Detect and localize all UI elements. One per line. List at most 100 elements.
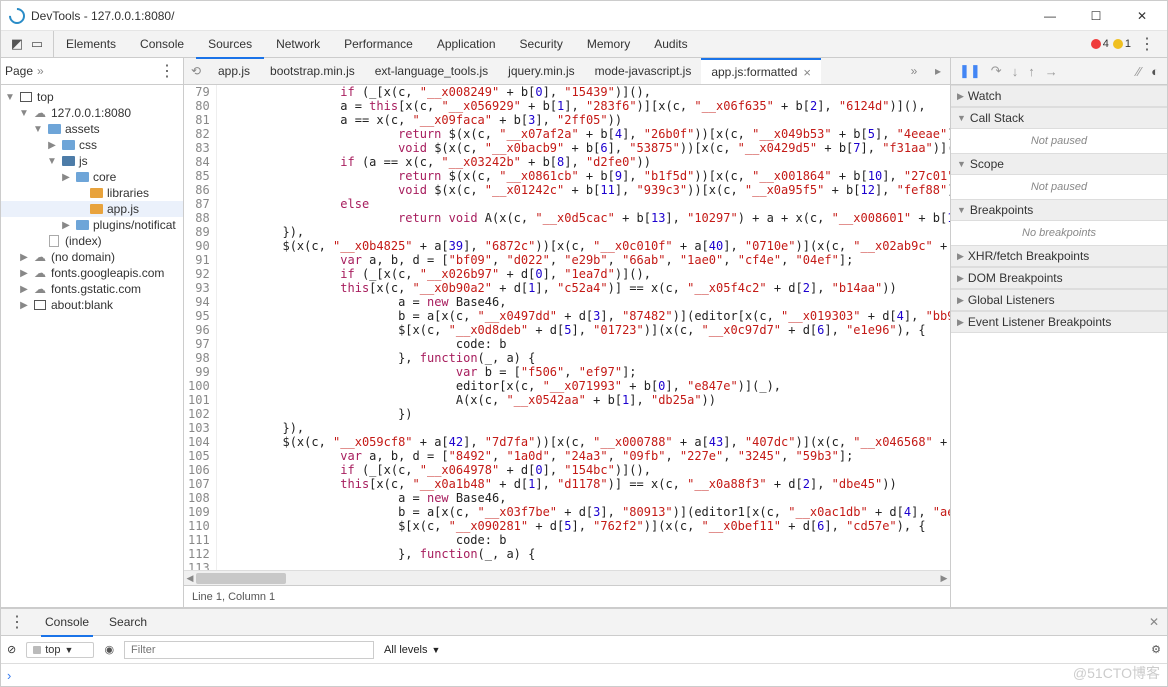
box-icon	[19, 90, 33, 104]
main-tab-memory[interactable]: Memory	[575, 31, 642, 58]
tree-item[interactable]: ▼☁127.0.0.1:8080	[1, 105, 183, 121]
more-tabs-icon[interactable]: »	[904, 61, 924, 81]
tree-label: css	[79, 138, 97, 152]
drawer-tab-search[interactable]: Search	[105, 609, 151, 636]
chevron-right-icon[interactable]: »	[37, 64, 44, 78]
maximize-button[interactable]: ☐	[1073, 1, 1119, 31]
debugger-section-body: Not paused	[951, 129, 1167, 153]
file-tab[interactable]: mode-javascript.js	[585, 58, 702, 84]
pause-on-exceptions-icon[interactable]: ◐	[1151, 64, 1159, 79]
minimize-button[interactable]: —	[1027, 1, 1073, 31]
debugger-section-header[interactable]: ▶Global Listeners	[951, 289, 1167, 311]
tree-item[interactable]: ▶about:blank	[1, 297, 183, 313]
debugger-section-header[interactable]: ▶Event Listener Breakpoints	[951, 311, 1167, 333]
console-prompt[interactable]: ›	[1, 664, 1167, 686]
debugger-section-body: No breakpoints	[951, 221, 1167, 245]
debugger-section-header[interactable]: ▼Scope	[951, 153, 1167, 175]
step-out-icon[interactable]: ↑	[1028, 64, 1035, 79]
file-tab[interactable]: jquery.min.js	[498, 58, 584, 84]
debugger-section-header[interactable]: ▼Breakpoints	[951, 199, 1167, 221]
debugger-section-body: Not paused	[951, 175, 1167, 199]
close-drawer-icon[interactable]: ✕	[1145, 615, 1163, 629]
file-tab[interactable]: bootstrap.min.js	[260, 58, 365, 84]
inspect-element-icon[interactable]: ◩	[9, 36, 25, 52]
navigator-menu-icon[interactable]: ⋮	[155, 61, 179, 81]
warning-count-badge[interactable]: 1	[1113, 38, 1131, 50]
history-nav-icon[interactable]: ⟲	[186, 61, 206, 81]
tree-item[interactable]: app.js	[1, 201, 183, 217]
debugger-section-header[interactable]: ▶XHR/fetch Breakpoints	[951, 245, 1167, 267]
step-icon[interactable]: →	[1045, 64, 1058, 79]
editor-statusbar: Line 1, Column 1	[184, 585, 950, 607]
folder-icon	[61, 138, 75, 152]
console-filter-input[interactable]	[124, 641, 374, 659]
main-tab-audits[interactable]: Audits	[642, 31, 699, 58]
folder-orange-icon	[89, 186, 103, 200]
close-tab-icon[interactable]: ×	[803, 65, 811, 80]
tree-label: plugins/notificat	[93, 218, 176, 232]
file-tabs: ⟲ app.jsbootstrap.min.jsext-language_too…	[184, 58, 950, 85]
tree-label: (no domain)	[51, 250, 115, 264]
drawer-menu-icon[interactable]: ⋮	[5, 612, 29, 632]
tree-item[interactable]: ▼top	[1, 89, 183, 105]
tree-item[interactable]: ▶core	[1, 169, 183, 185]
code-content[interactable]: if (_[x(c, "__x008249" + b[0], "15439")]…	[217, 85, 950, 570]
tree-label: app.js	[107, 202, 139, 216]
deactivate-breakpoints-icon[interactable]: ⁄⁄	[1137, 64, 1141, 79]
page-tab[interactable]: Page	[5, 64, 33, 78]
tree-item[interactable]: ▼assets	[1, 121, 183, 137]
run-snippet-icon[interactable]: ▸	[928, 61, 948, 81]
clear-console-icon[interactable]: ⊘	[7, 643, 16, 656]
live-expression-icon[interactable]: ◉	[104, 643, 114, 656]
console-settings-icon[interactable]: ⚙	[1151, 643, 1161, 656]
tree-label: fonts.googleapis.com	[51, 266, 164, 280]
tree-label: (index)	[65, 234, 102, 248]
tree-item[interactable]: ▼js	[1, 153, 183, 169]
main-tab-performance[interactable]: Performance	[332, 31, 425, 58]
step-into-icon[interactable]: ↓	[1012, 64, 1019, 79]
file-tree[interactable]: ▼top▼☁127.0.0.1:8080▼assets▶css▼js▶corel…	[1, 85, 183, 607]
device-toolbar-icon[interactable]: ▭	[29, 36, 45, 52]
source-editor[interactable]: 79 80 81 82 83 84 85 86 87 88 89 90 91 9…	[184, 85, 950, 570]
navigator-pane: Page » ⋮ ▼top▼☁127.0.0.1:8080▼assets▶css…	[1, 58, 184, 607]
file-tab[interactable]: app.js:formatted×	[701, 58, 821, 84]
tree-item[interactable]: libraries	[1, 185, 183, 201]
execution-context-selector[interactable]: top ▼	[26, 642, 94, 658]
debugger-pane: ❚❚ ↷ ↓ ↑ → ⁄⁄ ◐ ▶Watch▼Call StackNot pau…	[951, 58, 1167, 607]
tree-item[interactable]: ▶☁fonts.googleapis.com	[1, 265, 183, 281]
main-tab-elements[interactable]: Elements	[54, 31, 128, 58]
tree-item[interactable]: ▶css	[1, 137, 183, 153]
debugger-section-header[interactable]: ▶DOM Breakpoints	[951, 267, 1167, 289]
devtools-icon	[6, 4, 29, 27]
horizontal-scrollbar[interactable]: ◀ ▶	[184, 570, 950, 585]
cloud-icon: ☁	[33, 250, 47, 264]
folder-dark-icon	[61, 154, 75, 168]
main-tab-console[interactable]: Console	[128, 31, 196, 58]
scroll-thumb[interactable]	[196, 573, 286, 584]
error-count-badge[interactable]: 4	[1091, 38, 1109, 50]
drawer-tab-console[interactable]: Console	[41, 609, 93, 636]
debugger-section-header[interactable]: ▼Call Stack	[951, 107, 1167, 129]
settings-menu-icon[interactable]: ⋮	[1135, 34, 1159, 54]
tree-label: libraries	[107, 186, 149, 200]
main-tab-application[interactable]: Application	[425, 31, 508, 58]
file-tab[interactable]: ext-language_tools.js	[365, 58, 498, 84]
main-tab-network[interactable]: Network	[264, 31, 332, 58]
console-drawer: ⋮ ConsoleSearch ✕ ⊘ top ▼ ◉ All levels▼ …	[1, 607, 1167, 686]
pause-icon[interactable]: ❚❚	[959, 63, 981, 79]
debugger-section-header[interactable]: ▶Watch	[951, 85, 1167, 107]
tree-item[interactable]: (index)	[1, 233, 183, 249]
close-button[interactable]: ✕	[1119, 1, 1165, 31]
folder-icon	[75, 218, 89, 232]
tree-item[interactable]: ▶plugins/notificat	[1, 217, 183, 233]
step-over-icon[interactable]: ↷	[991, 63, 1002, 79]
main-tab-sources[interactable]: Sources	[196, 31, 264, 58]
scroll-right-arrow[interactable]: ▶	[938, 571, 950, 585]
tree-item[interactable]: ▶☁(no domain)	[1, 249, 183, 265]
file-tab[interactable]: app.js	[208, 58, 260, 84]
scroll-left-arrow[interactable]: ◀	[184, 571, 196, 585]
main-toolbar: ◩ ▭ ElementsConsoleSourcesNetworkPerform…	[1, 31, 1167, 58]
main-tab-security[interactable]: Security	[508, 31, 575, 58]
tree-item[interactable]: ▶☁fonts.gstatic.com	[1, 281, 183, 297]
log-levels-selector[interactable]: All levels▼	[384, 644, 440, 656]
